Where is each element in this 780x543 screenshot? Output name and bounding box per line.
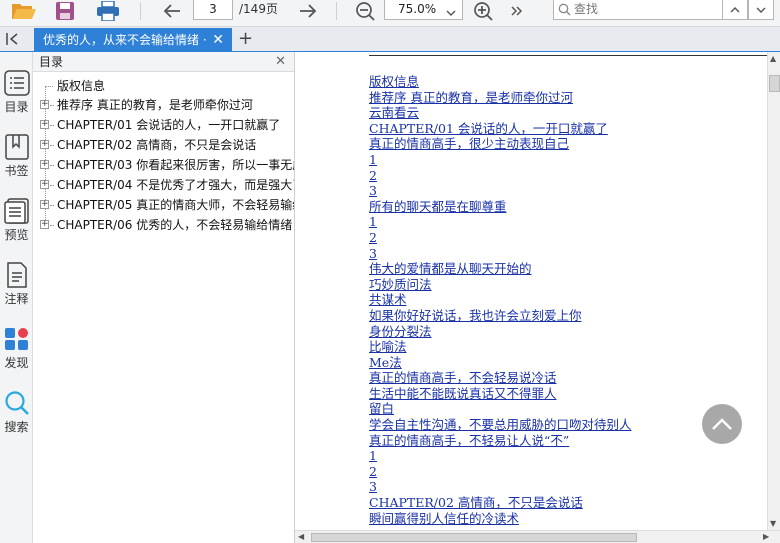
toc-link[interactable]: 2 (369, 168, 632, 184)
toc-link[interactable]: 瞬间赢得别人信任的冷读术 (369, 511, 632, 527)
expand-icon[interactable]: + (40, 120, 49, 129)
outline-header: 目录 ✕ (33, 52, 294, 72)
rail-item-preview[interactable]: 预览 (0, 198, 33, 243)
toc-link[interactable]: 2 (369, 464, 632, 480)
expand-icon[interactable]: + (40, 200, 49, 209)
rail-item-discover[interactable]: 发现 (0, 326, 33, 371)
expand-icon[interactable]: + (40, 100, 49, 109)
scroll-down-icon[interactable]: ▼ (770, 518, 776, 529)
tab-bar: 优秀的人，从来不会输给情绪 · ✕ + (0, 27, 780, 52)
toc-link[interactable]: CHAPTER/02 高情商，不只是会说话 (369, 495, 632, 511)
toc-link[interactable]: 真正的情商高手，不轻易让人说“不” (369, 433, 632, 449)
page-total: /149页 (239, 2, 278, 16)
toc-link[interactable]: 推荐序 真正的教育，是老师牵你过河 (369, 90, 632, 106)
annotation-icon (6, 262, 27, 288)
expand-icon[interactable]: + (40, 180, 49, 189)
toc-link[interactable]: 所有的聊天都是在聊尊重 (369, 199, 632, 215)
toc-link[interactable]: 伟大的爱情都是从聊天开始的 (369, 261, 632, 277)
toc-link[interactable]: 3 (369, 479, 632, 495)
rail-label: 注释 (4, 292, 29, 306)
open-folder-icon[interactable] (10, 0, 38, 22)
search-box (553, 0, 723, 20)
toolbar: 3 /149页 75.0% (0, 0, 780, 27)
rail-item-annotation[interactable]: 注释 (0, 262, 33, 307)
close-icon[interactable]: ✕ (212, 28, 224, 52)
search-next-button[interactable] (748, 0, 774, 20)
zoom-select[interactable]: 75.0% (384, 0, 463, 20)
toc-link[interactable]: 2 (369, 230, 632, 246)
expand-icon[interactable]: + (40, 140, 49, 149)
toc-link[interactable]: 1 (369, 448, 632, 464)
search-prev-button[interactable] (722, 0, 748, 20)
toc-link[interactable]: 真正的情商高手，不会轻易说冷话 (369, 370, 632, 386)
page-number-input[interactable]: 3 (193, 0, 233, 20)
outline-title: 目录 (39, 55, 64, 69)
discover-icon (4, 328, 28, 350)
toc-link[interactable]: 云南看云 (369, 105, 632, 121)
chevron-down-icon (446, 4, 456, 22)
horizontal-scroll-thumb[interactable] (311, 533, 637, 542)
back-arrow-icon[interactable] (160, 0, 184, 22)
toc-link[interactable]: 3 (369, 246, 632, 262)
toc-link[interactable]: 1 (369, 152, 632, 168)
expand-icon[interactable]: + (40, 220, 49, 229)
rail-item-toc[interactable]: 目录 (0, 70, 33, 115)
rail-label: 搜索 (4, 420, 29, 434)
rail-label: 书签 (4, 164, 29, 178)
scroll-up-icon[interactable]: ▲ (770, 53, 776, 64)
toc-link[interactable]: 比喻法 (369, 339, 632, 355)
scroll-left-icon[interactable]: ◀ (298, 531, 304, 542)
search-icon (558, 3, 571, 19)
toc-list: 版权信息 推荐序 真正的教育，是老师牵你过河 云南看云 CHAPTER/01 会说话的… (369, 74, 632, 526)
chevron-up-icon (730, 6, 740, 12)
chevron-down-icon (756, 7, 766, 13)
vertical-scrollbar[interactable]: ▲ ▼ (767, 52, 780, 530)
save-icon[interactable] (54, 0, 76, 22)
toc-link[interactable]: 学会自主性沟通，不要总用威胁的口吻对待别人 (369, 417, 632, 433)
toc-link[interactable]: Me法 (369, 355, 632, 371)
page-divider (369, 55, 767, 56)
search-icon (4, 391, 29, 415)
toc-link[interactable]: 身份分裂法 (369, 324, 632, 340)
zoom-value: 75.0% (398, 2, 437, 16)
rail-label: 发现 (4, 356, 29, 370)
add-tab-icon[interactable]: + (238, 28, 253, 50)
forward-arrow-icon[interactable] (296, 0, 320, 22)
toc-link[interactable]: CHAPTER/01 会说话的人，一开口就赢了 (369, 121, 632, 137)
toc-link[interactable]: 真正的情商高手，很少主动表现自己 (369, 136, 632, 152)
preview-icon (3, 198, 29, 224)
zoom-in-icon[interactable] (472, 0, 494, 22)
scroll-to-top-button[interactable] (702, 404, 742, 444)
chevron-up-icon (712, 418, 732, 430)
print-icon[interactable] (95, 0, 121, 22)
rail-item-search[interactable]: 搜索 (0, 390, 33, 435)
document-tab[interactable]: 优秀的人，从来不会输给情绪 · ✕ (34, 28, 232, 52)
toc-link[interactable]: 如果你好好说话，我也许会立刻爱上你 (369, 308, 632, 324)
search-input[interactable] (574, 1, 719, 17)
rail-item-bookmark[interactable]: 书签 (0, 134, 33, 179)
collapse-sidebar-icon[interactable] (5, 31, 21, 50)
bookmark-icon (4, 134, 29, 160)
rail-label: 目录 (4, 100, 29, 114)
more-icon[interactable] (508, 0, 526, 22)
toc-link[interactable]: 3 (369, 183, 632, 199)
outline-panel: 目录 ✕ 版权信息 + 推荐序 真正的教育，是老师牵你过河 + CHAPTER/… (33, 52, 295, 543)
toc-link[interactable]: 生活中能不能既说真话又不得罪人 (369, 386, 632, 402)
toc-link[interactable]: 1 (369, 214, 632, 230)
document-view: 版权信息 推荐序 真正的教育，是老师牵你过河 云南看云 CHAPTER/01 会说话的… (295, 52, 767, 530)
toc-link[interactable]: 巧妙质问法 (369, 277, 632, 293)
close-icon[interactable]: ✕ (275, 52, 286, 72)
left-rail: 目录 书签 预览 注释 发现 搜索 (0, 52, 33, 543)
rail-label: 预览 (4, 228, 29, 242)
toc-link[interactable]: 版权信息 (369, 74, 632, 90)
tab-label: 优秀的人，从来不会输给情绪 · (43, 33, 207, 47)
toc-link[interactable]: 留白 (369, 401, 632, 417)
zoom-out-icon[interactable] (354, 0, 376, 22)
horizontal-scrollbar[interactable]: ◀ ▶ (295, 530, 780, 543)
expand-icon[interactable]: + (40, 160, 49, 169)
list-icon (3, 70, 30, 96)
toc-link[interactable]: 共谋术 (369, 292, 632, 308)
vertical-scroll-thumb[interactable] (769, 75, 780, 92)
scroll-right-icon[interactable]: ▶ (763, 531, 769, 542)
